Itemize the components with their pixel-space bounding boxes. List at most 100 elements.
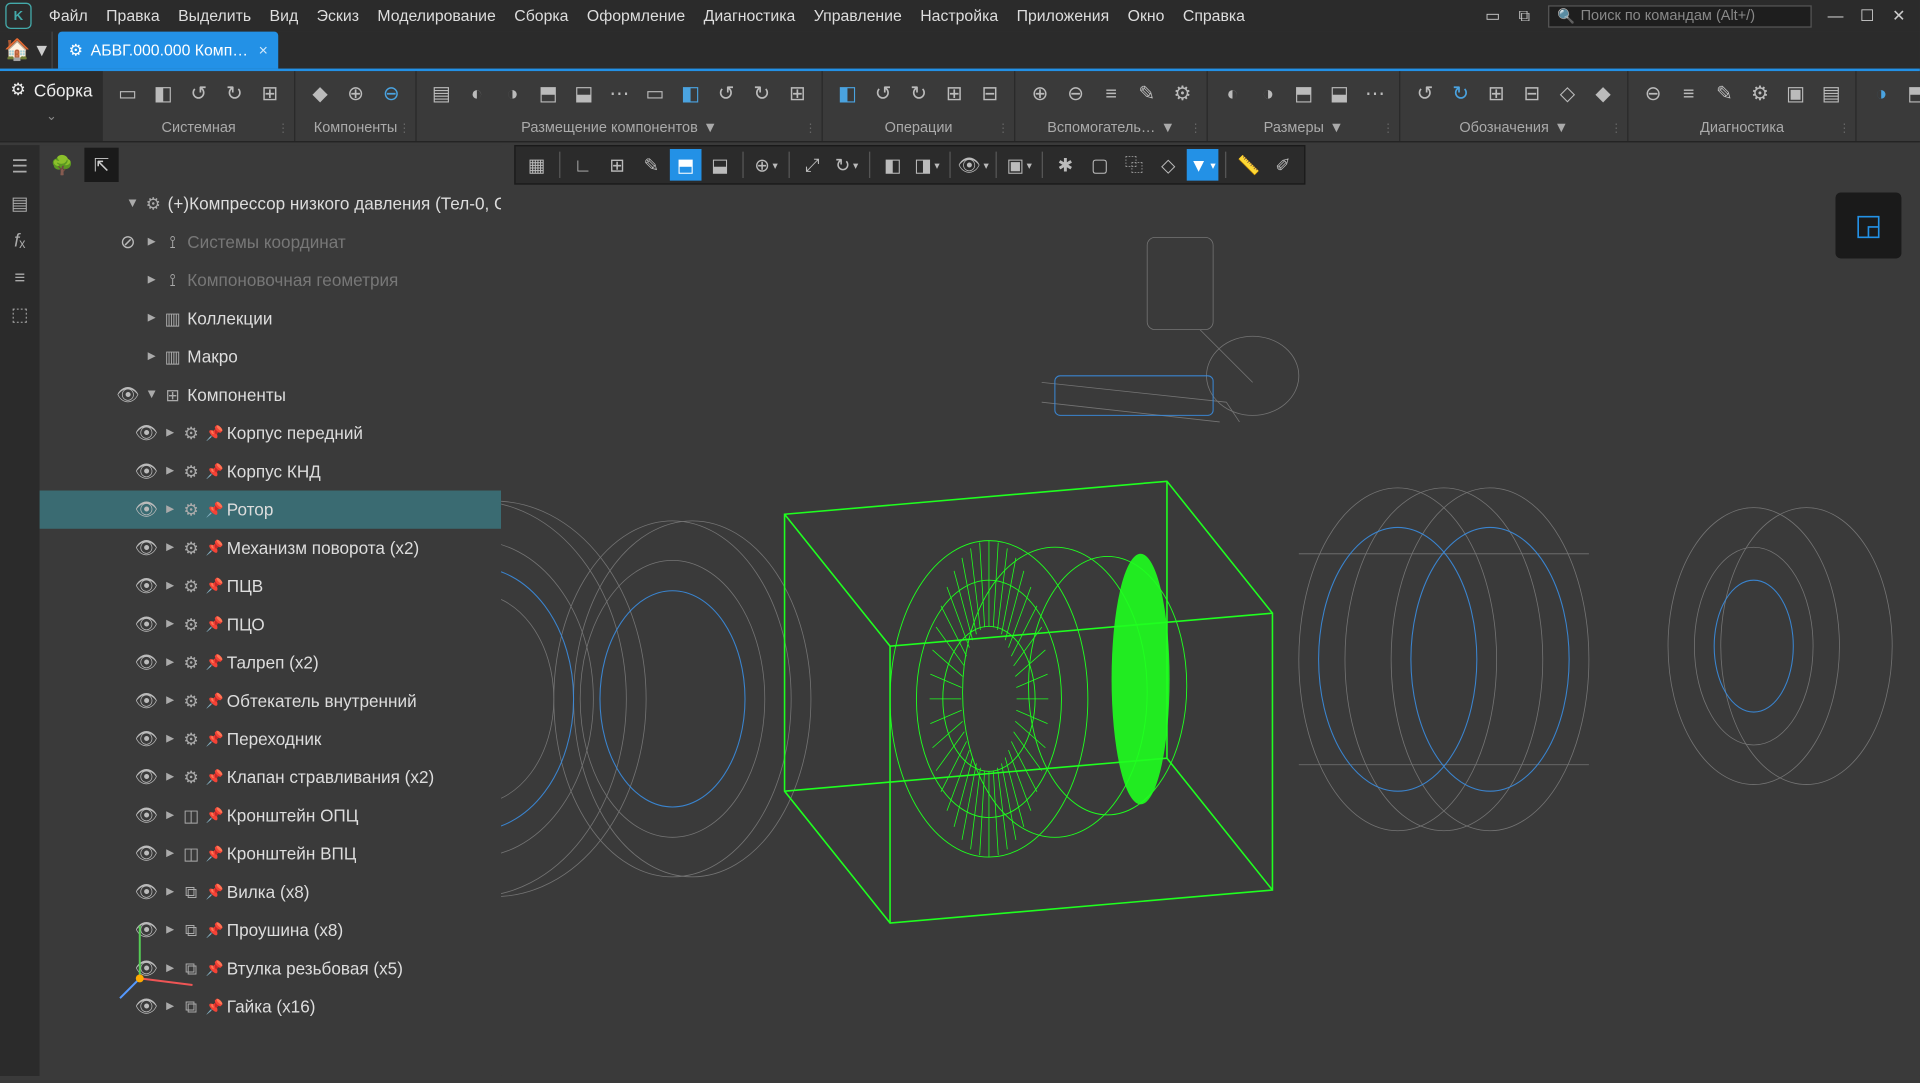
close-tab-icon[interactable]: × [259, 41, 268, 59]
layout-button-1[interactable]: ▭ [1478, 4, 1507, 28]
expand-icon[interactable]: ► [142, 273, 160, 288]
expand-icon[interactable]: ► [142, 311, 160, 326]
vt-probe-icon[interactable]: ✐ [1267, 149, 1299, 181]
visibility-toggle[interactable]: 👁 [132, 422, 161, 444]
visibility-toggle[interactable]: 👁 [113, 384, 142, 406]
navigation-cube[interactable]: ◲ [1835, 193, 1901, 259]
command-search[interactable]: 🔍 Поиск по командам (Alt+/) [1548, 5, 1812, 27]
ribbon-button[interactable]: ◧ [674, 77, 707, 110]
ribbon-button[interactable]: ↻ [745, 77, 778, 110]
expand-icon[interactable]: ► [161, 808, 179, 823]
expand-icon[interactable]: ► [161, 923, 179, 938]
menu-Приложения[interactable]: Приложения [1007, 3, 1118, 29]
ribbon-button[interactable]: ▤ [425, 77, 458, 110]
tree-mode-2[interactable]: ⇱ [84, 148, 118, 182]
ribbon-button[interactable]: ⬓ [567, 77, 600, 110]
left-tab-list[interactable]: ≡ [4, 261, 36, 293]
ribbon-button[interactable]: ▭ [111, 77, 144, 110]
ribbon-button[interactable]: ⊖ [1059, 77, 1092, 110]
expand-icon[interactable]: ► [161, 732, 179, 747]
menu-Выделить[interactable]: Выделить [169, 3, 260, 29]
ribbon-button[interactable]: ◐ [1216, 77, 1249, 110]
ribbon-button[interactable]: ⊟ [973, 77, 1006, 110]
tree-root[interactable]: ▼ ⚙ (+)Компрессор низкого давления (Тел-… [40, 185, 502, 223]
vt-section-icon[interactable]: ▣▾ [1003, 149, 1035, 181]
visibility-toggle[interactable]: 👁 [132, 919, 161, 941]
vt-mode-a[interactable]: ⬒ [670, 149, 702, 181]
layout-button-2[interactable]: ⧉ [1510, 4, 1539, 28]
expand-icon[interactable]: ► [161, 999, 179, 1014]
ribbon-button[interactable]: ⬒ [1287, 77, 1320, 110]
tree-item[interactable]: 👁►⧉📌Гайка (x16) [40, 988, 502, 1026]
ribbon-button[interactable]: ↺ [710, 77, 743, 110]
ribbon-button[interactable]: ◑ [496, 77, 529, 110]
visibility-toggle[interactable]: 👁 [132, 881, 161, 903]
expand-icon[interactable]: ► [161, 541, 179, 556]
visibility-toggle[interactable]: 👁 [132, 766, 161, 788]
ribbon-button[interactable]: ⊞ [781, 77, 814, 110]
menu-Оформление[interactable]: Оформление [578, 3, 695, 29]
ribbon-button[interactable]: ⊟ [1515, 77, 1548, 110]
vt-edit-icon[interactable]: ✎ [636, 149, 668, 181]
tree-item[interactable]: 👁►◫📌Кронштейн ВПЦ [40, 835, 502, 873]
tree-item[interactable]: 👁►⚙📌Корпус КНД [40, 452, 502, 490]
tree-item[interactable]: 👁►⚙📌Талреп (x2) [40, 643, 502, 681]
menu-Эскиз[interactable]: Эскиз [307, 3, 368, 29]
visibility-toggle[interactable]: 👁 [132, 996, 161, 1018]
menu-Настройка[interactable]: Настройка [911, 3, 1007, 29]
menu-Вид[interactable]: Вид [260, 3, 307, 29]
visibility-toggle[interactable]: 👁 [132, 728, 161, 750]
visibility-toggle[interactable]: ⊘ [113, 231, 142, 253]
vt-cube-icon[interactable]: ◧ [877, 149, 909, 181]
ribbon-button[interactable]: ↻ [902, 77, 935, 110]
visibility-toggle[interactable]: 👁 [132, 843, 161, 865]
tree-item[interactable]: 👁►⚙📌Механизм поворота (x2) [40, 529, 502, 567]
ribbon-button[interactable]: ↺ [1408, 77, 1441, 110]
tree-item[interactable]: 👁►⚙📌Переходник [40, 720, 502, 758]
tree-item[interactable]: 👁►⧉📌Вилка (x8) [40, 873, 502, 911]
tree-item[interactable]: ►⟟Компоновочная геометрия [40, 261, 502, 299]
tree-mode-1[interactable]: 🌳 [45, 148, 79, 182]
left-tab-sheet[interactable]: ▤ [4, 187, 36, 219]
close-button[interactable]: ✕ [1884, 4, 1913, 28]
ribbon-button[interactable]: ⋯ [1358, 77, 1391, 110]
tree-item[interactable]: ►▥Макро [40, 338, 502, 376]
ribbon-button[interactable]: ⊖ [375, 77, 408, 110]
ribbon-button[interactable]: ⚙ [1743, 77, 1776, 110]
ribbon-button[interactable]: ≡ [1672, 77, 1705, 110]
vt-rotate-icon[interactable]: ↻▾ [831, 149, 863, 181]
ribbon-button[interactable]: ◆ [303, 77, 336, 110]
tree-item[interactable]: 👁►◫📌Кронштейн ОПЦ [40, 796, 502, 834]
vt-filter-icon[interactable]: ▼▾ [1187, 149, 1219, 181]
expand-icon[interactable]: ► [161, 655, 179, 670]
visibility-toggle[interactable]: 👁 [132, 460, 161, 482]
ribbon-button[interactable]: ◑ [1865, 77, 1898, 110]
left-tab-fx[interactable]: fₓ [4, 224, 36, 256]
ribbon-button[interactable]: ✎ [1708, 77, 1741, 110]
tree-item[interactable]: 👁►⚙📌ПЦВ [40, 567, 502, 605]
vt-graph-icon[interactable]: ✱ [1050, 149, 1082, 181]
ribbon-button[interactable]: ⊞ [938, 77, 971, 110]
menu-Файл[interactable]: Файл [40, 3, 97, 29]
ribbon-button[interactable]: ▣ [1779, 77, 1812, 110]
minimize-button[interactable]: — [1821, 4, 1850, 28]
visibility-toggle[interactable]: 👁 [132, 498, 161, 520]
left-tab-tree[interactable]: ☰ [4, 150, 36, 182]
mode-expand-icon[interactable]: ⌄ [0, 108, 103, 124]
tree-item[interactable]: 👁►⚙📌Ротор [40, 491, 502, 529]
tree-item[interactable]: ⊘►⟟Системы координат [40, 223, 502, 261]
expand-icon[interactable]: ► [161, 579, 179, 594]
visibility-toggle[interactable]: 👁 [132, 575, 161, 597]
vt-grid-icon[interactable]: ▦ [521, 149, 553, 181]
expand-icon[interactable]: ► [142, 349, 160, 364]
vt-measure-icon[interactable]: 📏 [1233, 149, 1265, 181]
ribbon-button[interactable]: ↻ [1444, 77, 1477, 110]
ribbon-button[interactable]: ◑ [1252, 77, 1285, 110]
tree-item[interactable]: 👁►⚙📌ПЦО [40, 605, 502, 643]
vt-mode-b[interactable]: ⬓ [704, 149, 736, 181]
ribbon-button[interactable]: ⬒ [1900, 77, 1920, 110]
vt-win-icon[interactable]: ▢ [1084, 149, 1116, 181]
vt-copy-icon[interactable]: ⿻ [1118, 149, 1150, 181]
ribbon-button[interactable]: ⊕ [1023, 77, 1056, 110]
menu-Управление[interactable]: Управление [805, 3, 911, 29]
